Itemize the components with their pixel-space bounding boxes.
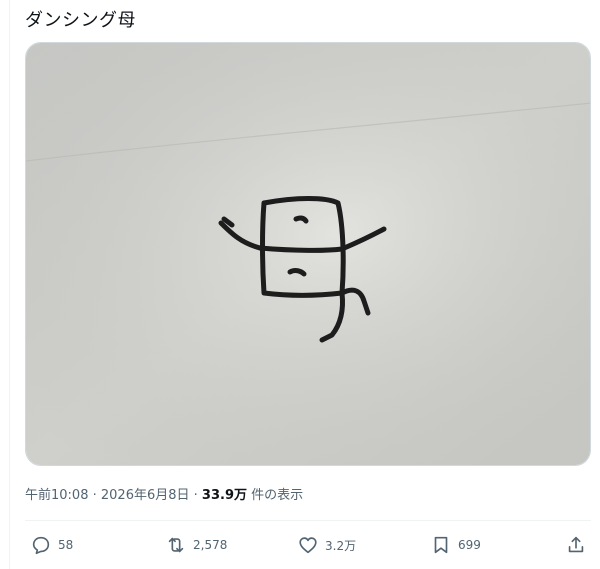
- reply-button[interactable]: 58: [30, 534, 73, 556]
- tweet-text: ダンシング母: [25, 10, 136, 31]
- like-button[interactable]: 3.2万: [297, 534, 356, 556]
- meta-separator: ·: [189, 488, 202, 503]
- photo-drawing: [26, 43, 590, 465]
- timeline-border: [9, 0, 10, 569]
- reply-icon: [30, 534, 52, 556]
- repost-count: 2,578: [193, 538, 228, 552]
- tweet-photo[interactable]: [25, 42, 591, 466]
- meta-separator: ·: [88, 488, 101, 503]
- reply-count: 58: [58, 538, 74, 552]
- bookmark-count: 699: [458, 538, 481, 552]
- tweet-date[interactable]: 2026年6月8日: [101, 488, 190, 503]
- divider: [25, 520, 591, 521]
- tweet-time[interactable]: 午前10:08: [25, 488, 88, 503]
- like-count: 3.2万: [325, 538, 357, 553]
- repost-button[interactable]: 2,578: [165, 534, 227, 556]
- share-icon: [565, 534, 587, 556]
- action-bar: 58 2,578 3.2万 699: [25, 534, 591, 560]
- views-label: 件の表示: [247, 488, 304, 503]
- share-button[interactable]: [565, 534, 587, 556]
- bookmark-button[interactable]: 699: [430, 534, 481, 556]
- bookmark-icon: [430, 534, 452, 556]
- like-icon: [297, 534, 319, 556]
- tweet-meta: 午前10:08 · 2026年6月8日 · 33.9万 件の表示: [25, 484, 303, 503]
- repost-icon: [165, 534, 187, 556]
- views-count: 33.9万: [201, 488, 247, 503]
